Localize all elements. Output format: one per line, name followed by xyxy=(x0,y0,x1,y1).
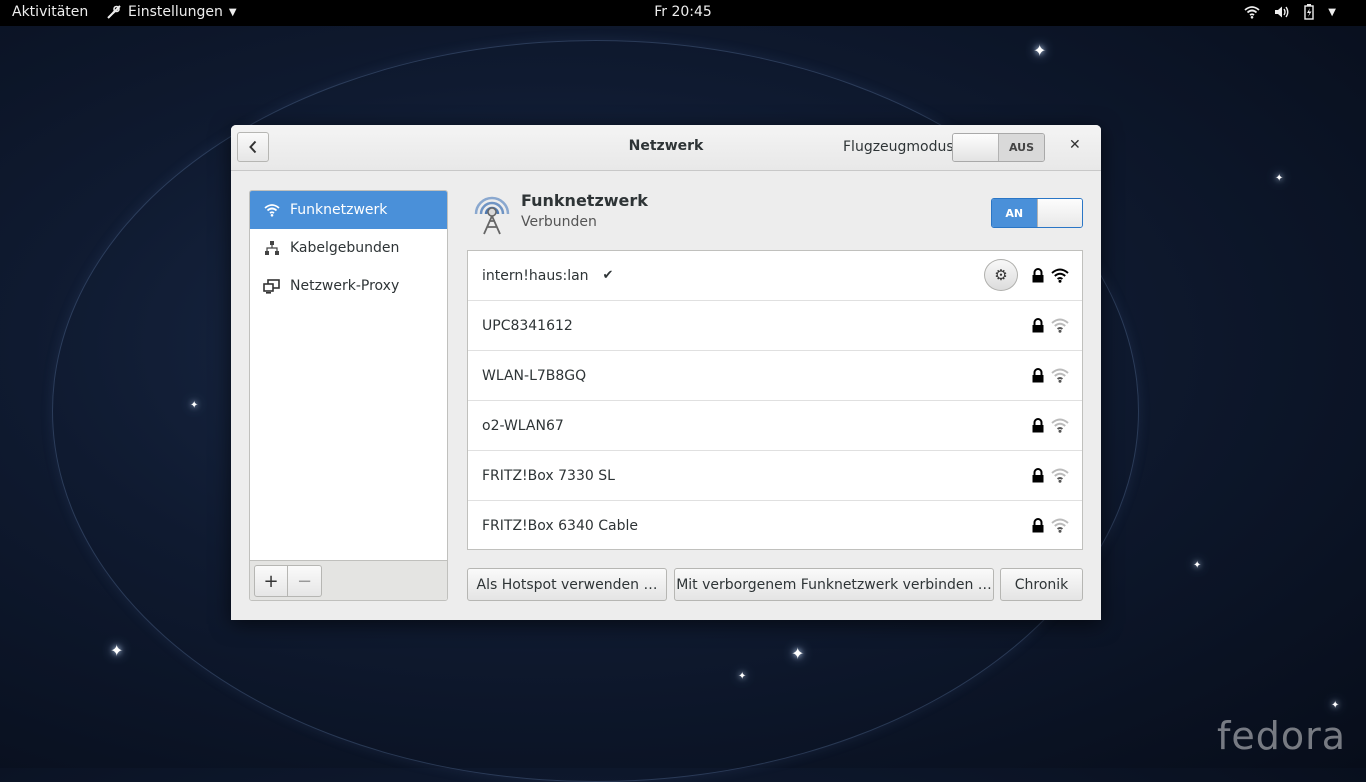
star: ✦ xyxy=(791,644,805,663)
star: ✦ xyxy=(1033,41,1047,60)
lock-icon xyxy=(1032,418,1044,433)
sidebar-item-label: Funknetzwerk xyxy=(290,202,388,218)
lock-icon xyxy=(1032,368,1044,383)
wifi-tower-icon xyxy=(474,196,510,235)
hotspot-button[interactable]: Als Hotspot verwenden … xyxy=(467,568,667,601)
lock-icon xyxy=(1032,268,1044,283)
star: ✦ xyxy=(110,641,124,660)
wifi-section-title: Funknetzwerk xyxy=(521,191,648,210)
lock-icon xyxy=(1032,468,1044,483)
network-list: intern!haus:lan ✔ ⚙ UPC8341612 WLAN-L7B8… xyxy=(467,250,1083,550)
airplane-mode-switch[interactable]: AUS xyxy=(952,133,1045,162)
status-area[interactable]: ▼ xyxy=(1244,4,1336,20)
switch-knob xyxy=(953,134,999,161)
network-row[interactable]: UPC8341612 xyxy=(468,301,1082,351)
sidebar: Funknetzwerk Kabelgebunden Netzwerk-Prox… xyxy=(249,190,448,601)
proxy-icon xyxy=(263,278,280,294)
network-row[interactable]: FRITZ!Box 7330 SL xyxy=(468,451,1082,501)
wifi-signal-weak-icon xyxy=(1051,318,1069,333)
wifi-signal-weak-icon xyxy=(1051,418,1069,433)
sidebar-item-netzwerk-proxy[interactable]: Netzwerk-Proxy xyxy=(250,267,447,305)
wifi-signal-weak-icon xyxy=(1051,468,1069,483)
network-row[interactable]: FRITZ!Box 6340 Cable xyxy=(468,501,1082,549)
network-name: UPC8341612 xyxy=(482,317,573,334)
clock[interactable]: Fr 20:45 xyxy=(0,4,1366,20)
lock-icon xyxy=(1032,518,1044,533)
network-name: intern!haus:lan xyxy=(482,267,589,284)
close-button[interactable]: ✕ xyxy=(1069,137,1081,153)
wifi-status: Verbunden xyxy=(521,214,597,230)
sidebar-item-label: Netzwerk-Proxy xyxy=(290,278,400,294)
wifi-switch[interactable]: AN xyxy=(991,198,1083,228)
hidden-network-button[interactable]: Mit verborgenem Funknetzwerk verbinden … xyxy=(674,568,994,601)
volume-icon xyxy=(1275,6,1289,18)
sidebar-item-label: Kabelgebunden xyxy=(290,240,400,256)
history-button[interactable]: Chronik xyxy=(1000,568,1083,601)
network-row[interactable]: WLAN-L7B8GQ xyxy=(468,351,1082,401)
network-name: o2-WLAN67 xyxy=(482,417,564,434)
sidebar-item-kabelgebunden[interactable]: Kabelgebunden xyxy=(250,229,447,267)
fedora-logo: fedora xyxy=(1216,714,1346,758)
gear-icon: ⚙ xyxy=(994,266,1008,284)
network-row[interactable]: intern!haus:lan ✔ ⚙ xyxy=(468,251,1082,301)
add-connection-button[interactable]: + xyxy=(254,565,288,597)
chevron-down-icon: ▼ xyxy=(1328,6,1336,18)
wifi-signal-weak-icon xyxy=(1051,518,1069,533)
top-bar: Aktivitäten Einstellungen ▼ Fr 20:45 ▼ xyxy=(0,0,1366,26)
network-name: FRITZ!Box 7330 SL xyxy=(482,467,615,484)
airplane-mode-label: Flugzeugmodus xyxy=(843,139,954,155)
star: ✦ xyxy=(1331,700,1340,711)
network-settings-window: Netzwerk Flugzeugmodus AUS ✕ Funknetzwer… xyxy=(231,125,1101,620)
connected-check-icon: ✔ xyxy=(602,268,614,283)
star: ✦ xyxy=(1193,560,1202,571)
network-name: FRITZ!Box 6340 Cable xyxy=(482,517,638,534)
wifi-signal-strong-icon xyxy=(1051,268,1069,283)
network-row[interactable]: o2-WLAN67 xyxy=(468,401,1082,451)
sidebar-item-funknetzwerk[interactable]: Funknetzwerk xyxy=(250,191,447,229)
battery-icon xyxy=(1304,4,1314,20)
network-name: WLAN-L7B8GQ xyxy=(482,367,587,384)
switch-knob xyxy=(1036,199,1082,227)
wifi-icon xyxy=(263,203,280,217)
wired-network-icon xyxy=(263,240,280,256)
network-settings-button[interactable]: ⚙ xyxy=(984,259,1018,291)
star: ✦ xyxy=(738,671,747,682)
sidebar-footer: + − xyxy=(250,560,447,600)
wifi-signal-weak-icon xyxy=(1051,368,1069,383)
star: ✦ xyxy=(1275,173,1284,184)
wifi-icon xyxy=(1244,6,1260,19)
lock-icon xyxy=(1032,318,1044,333)
add-remove-group: + − xyxy=(254,565,322,597)
header-bar: Netzwerk Flugzeugmodus AUS ✕ xyxy=(231,125,1101,171)
remove-connection-button[interactable]: − xyxy=(288,565,322,597)
wifi-switch-state: AN xyxy=(992,199,1037,227)
star: ✦ xyxy=(190,400,199,411)
airplane-mode-state: AUS xyxy=(999,134,1044,161)
